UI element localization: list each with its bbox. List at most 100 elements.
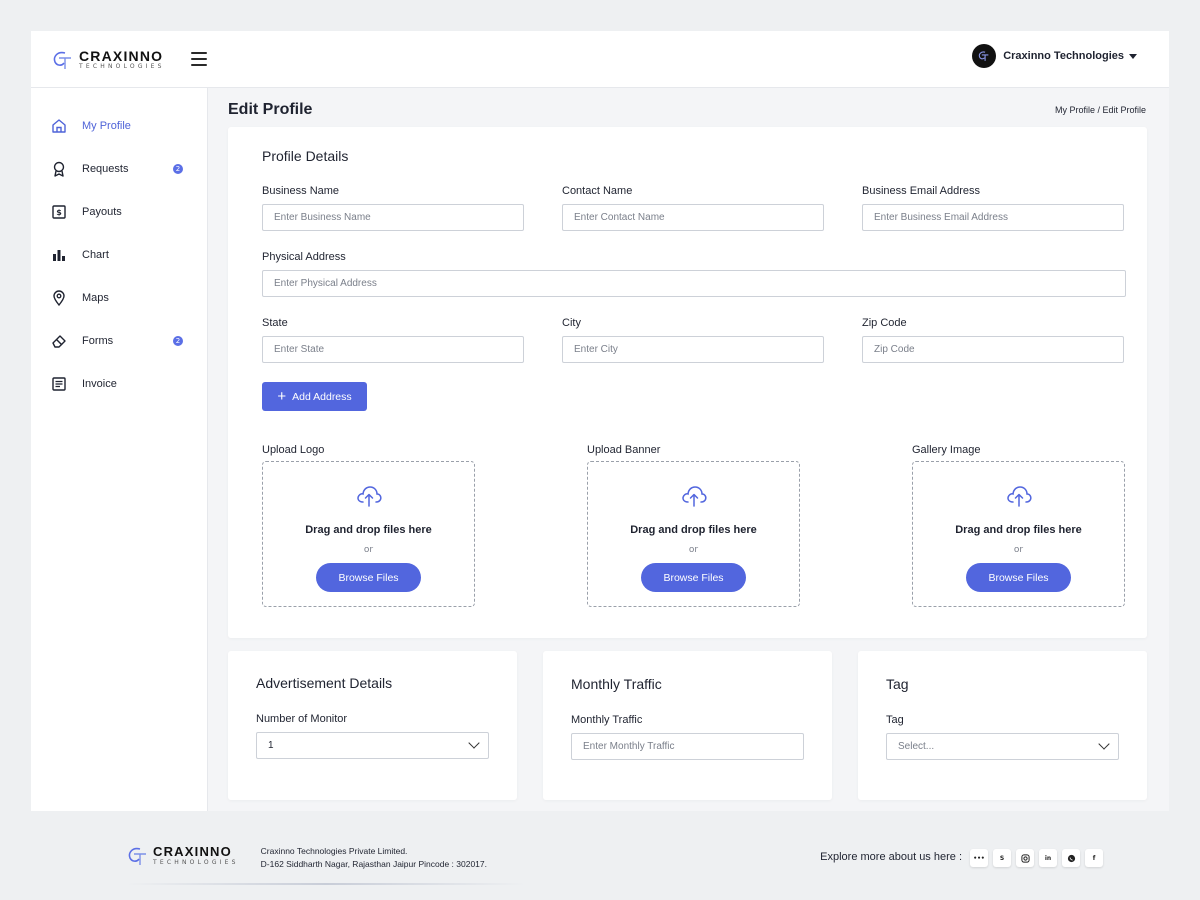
- business-email-input[interactable]: Enter Business Email Address: [862, 204, 1124, 231]
- footer: CRAXINNO TECHNOLOGIES Craxinno Technolog…: [126, 845, 487, 871]
- sidebar-item-label: Chart: [82, 249, 109, 261]
- avatar: [972, 44, 997, 68]
- sidebar-item-invoice[interactable]: Invoice: [51, 373, 191, 395]
- chevron-down-icon: [1098, 738, 1110, 750]
- zip-code-label: Zip Code: [862, 317, 907, 329]
- chevron-down-icon: [1129, 53, 1137, 59]
- card-title: Profile Details: [262, 148, 349, 164]
- gallery-image-label: Gallery Image: [912, 444, 981, 456]
- sidebar: My Profile Requests 2 $ Payouts Chart Ma…: [31, 88, 208, 811]
- brand-name: CRAXINNO: [153, 844, 232, 859]
- eraser-icon: [51, 333, 67, 349]
- brand-mark-icon: [53, 51, 71, 69]
- zip-code-input[interactable]: Zip Code: [862, 336, 1124, 363]
- sidebar-item-label: Maps: [82, 292, 109, 304]
- business-name-label: Business Name: [262, 185, 340, 197]
- sidebar-item-payouts[interactable]: $ Payouts: [51, 201, 191, 223]
- facebook-icon[interactable]: f: [1085, 849, 1103, 867]
- monthly-traffic-input[interactable]: Enter Monthly Traffic: [571, 733, 804, 760]
- award-icon: [51, 161, 67, 177]
- page-title: Edit Profile: [228, 101, 313, 118]
- footer-brand-logo[interactable]: CRAXINNO TECHNOLOGIES: [126, 845, 239, 867]
- card-title: Advertisement Details: [256, 675, 393, 691]
- card-title: Monthly Traffic: [571, 676, 662, 692]
- gallery-image-dropzone[interactable]: Drag and drop files here or Browse Files: [912, 461, 1125, 607]
- brand-logo[interactable]: CRAXINNO TECHNOLOGIES: [51, 49, 165, 71]
- upload-logo-dropzone[interactable]: Drag and drop files here or Browse Files: [262, 461, 475, 607]
- company-address: D-162 Siddharth Nagar, Rajasthan Jaipur …: [260, 859, 487, 869]
- number-of-monitor-select[interactable]: 1: [256, 732, 489, 759]
- physical-address-label: Physical Address: [262, 251, 346, 263]
- map-pin-icon: [51, 290, 67, 306]
- brand-subtitle: TECHNOLOGIES: [153, 859, 239, 866]
- city-label: City: [562, 317, 581, 329]
- dropzone-or: or: [1013, 545, 1024, 555]
- chevron-down-icon: [468, 737, 480, 749]
- home-icon: [51, 118, 67, 134]
- cloud-upload-icon: [356, 486, 382, 507]
- add-address-button[interactable]: + Add Address: [262, 382, 367, 411]
- select-value: 1: [268, 740, 274, 751]
- top-bar: CRAXINNO TECHNOLOGIES Craxinno Technolog…: [31, 31, 1169, 88]
- footer-info: Craxinno Technologies Private Limited. D…: [261, 845, 487, 871]
- advertisement-details-card: Advertisement Details Number of Monitor …: [228, 651, 517, 800]
- social-links: ••• S in f: [970, 849, 1108, 867]
- instagram-icon[interactable]: [1016, 849, 1034, 867]
- breadcrumb[interactable]: My Profile / Edit Profile: [1055, 105, 1146, 115]
- notification-badge: 2: [173, 164, 183, 174]
- sidebar-item-forms[interactable]: Forms 2: [51, 330, 191, 352]
- cloud-upload-icon: [1006, 486, 1032, 507]
- svg-text:$: $: [56, 208, 62, 217]
- user-menu[interactable]: Craxinno Technologies: [972, 44, 1137, 68]
- sidebar-item-my-profile[interactable]: My Profile: [51, 115, 191, 137]
- sidebar-item-chart[interactable]: Chart: [51, 244, 191, 266]
- browse-files-button[interactable]: Browse Files: [316, 563, 421, 592]
- upload-banner-label: Upload Banner: [587, 444, 661, 456]
- footer-divider: [126, 883, 526, 885]
- tag-label: Tag: [886, 714, 904, 726]
- sidebar-item-requests[interactable]: Requests 2: [51, 158, 191, 180]
- bar-chart-icon: [51, 247, 67, 263]
- brand-name: CRAXINNO: [79, 48, 164, 64]
- plus-icon: +: [277, 387, 287, 405]
- user-name: Craxinno Technologies: [1003, 50, 1124, 62]
- dropzone-or: or: [688, 545, 699, 555]
- notification-badge: 2: [173, 336, 183, 346]
- upload-banner-dropzone[interactable]: Drag and drop files here or Browse Files: [587, 461, 800, 607]
- monthly-traffic-card: Monthly Traffic Monthly Traffic Enter Mo…: [543, 651, 832, 800]
- more-icon[interactable]: •••: [970, 849, 988, 867]
- monthly-traffic-label: Monthly Traffic: [571, 714, 643, 726]
- state-label: State: [262, 317, 288, 329]
- business-name-input[interactable]: Enter Business Name: [262, 204, 524, 231]
- sidebar-item-label: My Profile: [82, 120, 131, 132]
- brand-subtitle: TECHNOLOGIES: [79, 63, 165, 70]
- card-title: Tag: [886, 676, 909, 692]
- brand-mark-icon: [128, 847, 146, 865]
- physical-address-input[interactable]: Enter Physical Address: [262, 270, 1126, 297]
- sidebar-item-maps[interactable]: Maps: [51, 287, 191, 309]
- contact-name-input[interactable]: Enter Contact Name: [562, 204, 824, 231]
- skype-icon[interactable]: S: [993, 849, 1011, 867]
- sidebar-item-label: Invoice: [82, 378, 117, 390]
- document-list-icon: [51, 376, 67, 392]
- whatsapp-icon[interactable]: [1062, 849, 1080, 867]
- dropzone-text: Drag and drop files here: [955, 524, 1082, 536]
- sidebar-item-label: Requests: [82, 163, 129, 175]
- dropzone-text: Drag and drop files here: [630, 524, 757, 536]
- sidebar-item-label: Payouts: [82, 206, 122, 218]
- select-placeholder: Select...: [898, 741, 935, 752]
- contact-name-label: Contact Name: [562, 185, 633, 197]
- sidebar-item-label: Forms: [82, 335, 114, 347]
- dropzone-or: or: [363, 545, 374, 555]
- browse-files-button[interactable]: Browse Files: [966, 563, 1071, 592]
- linkedin-icon[interactable]: in: [1039, 849, 1057, 867]
- business-email-label: Business Email Address: [862, 185, 980, 197]
- state-input[interactable]: Enter State: [262, 336, 524, 363]
- city-input[interactable]: Enter City: [562, 336, 824, 363]
- upload-logo-label: Upload Logo: [262, 444, 325, 456]
- tag-select[interactable]: Select...: [886, 733, 1119, 760]
- app-window: CRAXINNO TECHNOLOGIES Craxinno Technolog…: [31, 31, 1169, 811]
- browse-files-button[interactable]: Browse Files: [641, 563, 746, 592]
- profile-details-card: Profile Details Business Name Enter Busi…: [228, 127, 1147, 638]
- menu-toggle-icon[interactable]: [191, 52, 207, 66]
